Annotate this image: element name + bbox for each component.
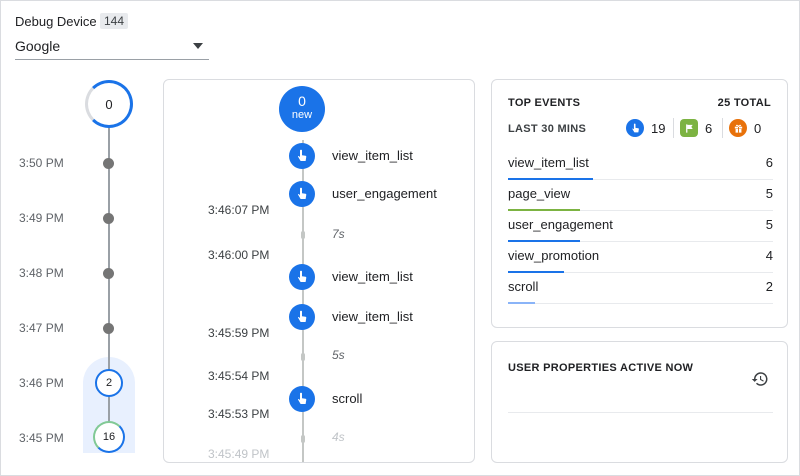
minute-time: 3:50 PM xyxy=(19,156,64,170)
minute-time: 3:48 PM xyxy=(19,266,64,280)
flag-icon xyxy=(680,119,698,137)
minute-dot xyxy=(103,158,114,169)
top-event-row[interactable]: user_engagement 5 xyxy=(508,211,773,242)
debug-device-value: Google xyxy=(15,38,61,54)
event-name: view_item_list xyxy=(332,269,413,284)
event-type-value: 6 xyxy=(705,120,713,136)
event-item[interactable]: view_item_list xyxy=(289,143,459,169)
event-type-value: 19 xyxy=(651,120,666,136)
event-name: scroll xyxy=(332,391,363,406)
divider xyxy=(673,118,674,138)
pointer-icon xyxy=(289,386,315,412)
minute-dot xyxy=(103,213,114,224)
top-event-name: view_promotion xyxy=(508,248,600,263)
seconds-stream-card: 0 new view_item_list user_engagement 3:4… xyxy=(163,79,475,463)
event-item[interactable]: scroll xyxy=(289,386,459,412)
event-item[interactable]: view_item_list xyxy=(289,304,459,330)
divider xyxy=(722,118,723,138)
time-gap: 4s xyxy=(332,430,345,444)
gap-marker xyxy=(301,231,305,239)
time-gap: 5s xyxy=(332,348,345,362)
divider xyxy=(508,412,773,413)
new-events-count: 0 xyxy=(298,93,306,109)
event-item[interactable]: user_engagement xyxy=(289,181,459,207)
top-event-count: 2 xyxy=(765,279,773,294)
pointer-icon xyxy=(626,119,644,137)
minute-row[interactable]: 3:50 PM xyxy=(1,154,141,174)
history-icon[interactable] xyxy=(751,370,769,388)
user-properties-title: USER PROPERTIES ACTIVE NOW xyxy=(508,362,694,374)
time-gap: 7s xyxy=(332,227,345,241)
event-type-count: 6 xyxy=(680,118,712,138)
minute-time: 3:45 PM xyxy=(19,431,64,445)
top-events-period: LAST 30 MINS xyxy=(508,123,587,135)
minute-row[interactable]: 3:48 PM xyxy=(1,264,141,284)
minute-count-bubble[interactable]: 16 xyxy=(93,421,125,453)
pointer-icon xyxy=(289,181,315,207)
event-timestamp: 3:45:54 PM xyxy=(208,369,270,383)
new-events-label: new xyxy=(291,109,313,121)
event-timestamp: 3:46:07 PM xyxy=(208,203,270,217)
top-event-name: page_view xyxy=(508,186,571,201)
top-event-count: 6 xyxy=(765,155,773,170)
minute-row[interactable]: 3:47 PM xyxy=(1,319,141,339)
event-name: view_item_list xyxy=(332,309,413,324)
top-event-name: view_item_list xyxy=(508,155,589,170)
gap-marker xyxy=(301,435,305,443)
top-event-bar xyxy=(508,302,535,304)
caret-down-icon xyxy=(193,43,203,49)
minute-row[interactable]: 3:49 PM xyxy=(1,209,141,229)
pointer-icon xyxy=(289,304,315,330)
top-event-count: 4 xyxy=(765,248,773,263)
minute-count-bubble[interactable]: 2 xyxy=(95,369,123,397)
minute-time: 3:49 PM xyxy=(19,211,64,225)
pointer-icon xyxy=(289,143,315,169)
event-timestamp: 3:45:53 PM xyxy=(208,407,270,421)
debug-device-select[interactable]: Google xyxy=(15,34,209,60)
top-event-name: user_engagement xyxy=(508,217,613,232)
top-event-row[interactable]: scroll 2 xyxy=(508,273,773,304)
minutes-top-counter[interactable]: 0 xyxy=(85,80,133,128)
pointer-icon xyxy=(289,264,315,290)
minute-count: 2 xyxy=(105,377,113,389)
debug-device-label: Debug Device xyxy=(15,14,97,29)
gift-icon xyxy=(729,119,747,137)
top-event-row[interactable]: view_item_list 6 xyxy=(508,149,773,180)
event-timestamp: 3:45:49 PM xyxy=(208,447,270,461)
top-event-row[interactable]: view_promotion 4 xyxy=(508,242,773,273)
user-properties-card: USER PROPERTIES ACTIVE NOW xyxy=(491,341,788,463)
event-timestamp: 3:45:59 PM xyxy=(208,326,270,340)
minute-time: 3:47 PM xyxy=(19,321,64,335)
minute-dot xyxy=(103,323,114,334)
event-timestamp: 3:46:00 PM xyxy=(208,248,270,262)
top-event-count: 5 xyxy=(765,217,773,232)
event-name: user_engagement xyxy=(332,186,437,201)
top-event-count: 5 xyxy=(765,186,773,201)
event-type-count: 19 xyxy=(626,118,665,138)
event-name: view_item_list xyxy=(332,148,413,163)
minute-dot xyxy=(103,268,114,279)
top-events-total: 25 TOTAL xyxy=(717,97,771,109)
debug-device-count: 144 xyxy=(100,13,129,29)
event-type-value: 0 xyxy=(754,120,762,136)
top-event-name: scroll xyxy=(508,279,539,294)
debugview-panel: Debug Device 144 Google 0 3:50 PM 3:49 P… xyxy=(0,0,800,476)
gap-marker xyxy=(301,353,305,361)
minute-time: 3:46 PM xyxy=(19,376,64,390)
event-item[interactable]: view_item_list xyxy=(289,264,459,290)
top-events-card: TOP EVENTS 25 TOTAL LAST 30 MINS 19 6 0 … xyxy=(491,79,788,328)
new-events-bubble[interactable]: 0 new xyxy=(279,86,325,132)
top-events-title: TOP EVENTS xyxy=(508,97,581,109)
minutes-top-count: 0 xyxy=(105,96,113,112)
minute-count: 16 xyxy=(102,431,116,443)
top-event-row[interactable]: page_view 5 xyxy=(508,180,773,211)
event-type-count: 0 xyxy=(729,118,761,138)
